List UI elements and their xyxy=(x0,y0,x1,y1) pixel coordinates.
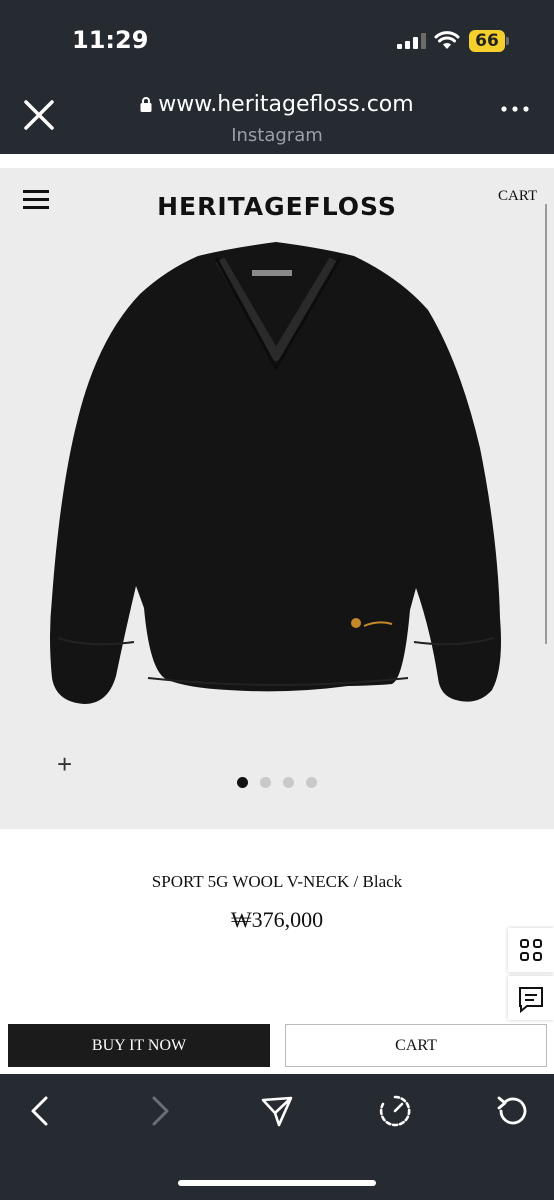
buy-it-now-button[interactable]: BUY IT NOW xyxy=(8,1024,270,1067)
header-cart-link[interactable]: CART xyxy=(498,188,537,205)
share-icon[interactable] xyxy=(260,1094,294,1128)
home-indicator xyxy=(178,1180,376,1186)
browser-toolbar xyxy=(0,1074,554,1200)
url-text: www.heritagefloss.com xyxy=(158,92,414,117)
lock-icon xyxy=(140,97,152,112)
browser-address-bar: www.heritagefloss.com Instagram xyxy=(0,80,554,154)
back-icon[interactable] xyxy=(24,1094,58,1128)
carousel-dots xyxy=(237,775,329,788)
zoom-plus-icon[interactable]: + xyxy=(57,751,72,777)
url-field[interactable]: www.heritagefloss.com xyxy=(0,92,554,117)
status-time: 11:29 xyxy=(72,26,149,54)
chat-icon xyxy=(519,987,543,1014)
speed-icon[interactable] xyxy=(378,1094,412,1128)
forward-icon[interactable] xyxy=(142,1094,176,1128)
carousel-dot-1[interactable] xyxy=(237,777,248,788)
grid-view-button[interactable] xyxy=(508,928,554,972)
web-page: HERITAGEFLOSS CART + SPORT 5G WOOL V-NEC… xyxy=(0,154,554,1074)
product-title: SPORT 5G WOOL V-NECK / Black xyxy=(151,872,403,891)
more-icon[interactable] xyxy=(500,104,530,114)
battery-indicator: 66 xyxy=(469,30,505,52)
status-bar: 11:29 66 xyxy=(0,0,554,80)
grid-icon xyxy=(520,939,542,961)
chat-button[interactable] xyxy=(508,976,554,1020)
scrollbar xyxy=(545,204,547,644)
carousel-dot-2[interactable] xyxy=(260,777,271,788)
product-hero: HERITAGEFLOSS CART + xyxy=(0,168,554,829)
site-logo[interactable]: HERITAGEFLOSS xyxy=(0,192,554,221)
battery-cap xyxy=(506,37,509,45)
product-price: ₩376,000 xyxy=(230,907,324,932)
url-source: Instagram xyxy=(231,125,323,146)
carousel-dot-3[interactable] xyxy=(283,777,294,788)
wifi-icon xyxy=(434,31,460,49)
carousel-dot-4[interactable] xyxy=(306,777,317,788)
add-to-cart-button[interactable]: CART xyxy=(285,1024,547,1067)
signal-icon xyxy=(397,33,426,49)
reload-icon[interactable] xyxy=(496,1094,530,1128)
product-image[interactable] xyxy=(48,238,504,718)
page-top-gap xyxy=(0,154,554,168)
